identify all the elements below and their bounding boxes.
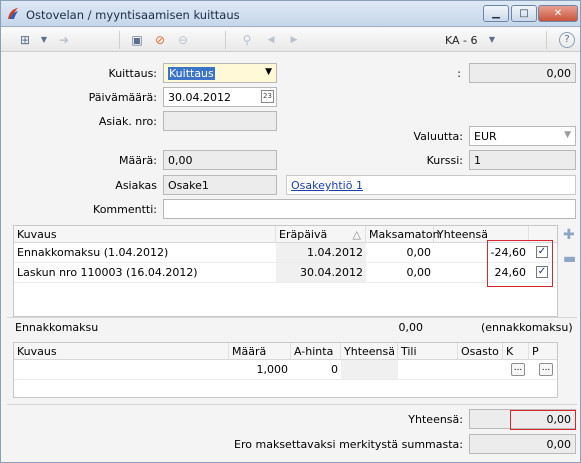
title-bar[interactable]: Ostovelan / myyntisaamisen kuittaus ▁ □ … bbox=[1, 1, 580, 27]
app-window: Ostovelan / myyntisaamisen kuittaus ▁ □ … bbox=[0, 0, 581, 463]
table-row[interactable]: 1,000 0 ... ... bbox=[14, 360, 557, 380]
chevron-down-icon: ▼ bbox=[564, 130, 571, 140]
paivamaara-value: 30.04.2012 bbox=[168, 91, 231, 104]
paivamaara-input[interactable]: 30.04.2012 23 bbox=[163, 87, 277, 107]
kommentti-label: Kommentti: bbox=[93, 203, 157, 216]
ero-field: 0,00 bbox=[469, 434, 576, 454]
maximize-button[interactable]: □ bbox=[511, 5, 537, 22]
kuittaus-label: Kuittaus: bbox=[108, 67, 157, 80]
col-kuvaus[interactable]: Kuvaus bbox=[14, 226, 276, 243]
ka-dropdown-icon[interactable]: ▼ bbox=[484, 32, 500, 48]
col-p[interactable]: P bbox=[529, 343, 557, 360]
toolbar-separator bbox=[119, 31, 120, 49]
col-erapaiva[interactable]: Eräpäivä △ bbox=[276, 226, 366, 243]
row-yhteensa bbox=[341, 360, 398, 379]
row-kuvaus: Ennakkomaksu (1.04.2012) bbox=[17, 246, 169, 259]
asiakas-label: Asiakas bbox=[115, 179, 157, 192]
new-icon[interactable]: ⊞ bbox=[17, 32, 33, 48]
asiakas-link[interactable]: Osakeyhtiö 1 bbox=[291, 179, 363, 192]
row-kuvaus: Laskun nro 110003 (16.04.2012) bbox=[17, 266, 198, 279]
minimize-button[interactable]: ▁ bbox=[483, 5, 509, 22]
app-logo-icon bbox=[8, 8, 18, 19]
divider bbox=[7, 317, 577, 318]
row-kuvaus[interactable] bbox=[14, 360, 229, 379]
row-maksamaton: 0,00 bbox=[406, 246, 432, 259]
row-tili[interactable] bbox=[398, 360, 458, 379]
search-icon[interactable]: ⚲ bbox=[239, 32, 255, 48]
maara-label: Määrä: bbox=[119, 154, 157, 167]
p-ellipsis-button[interactable]: ... bbox=[539, 363, 553, 376]
window-title: Ostovelan / myyntisaamisen kuittaus bbox=[26, 8, 240, 22]
totals-highlight bbox=[487, 240, 553, 287]
col-yhteensa[interactable]: Yhteensä bbox=[341, 343, 398, 360]
kuittaus-select[interactable]: Kuittaus ▼ bbox=[163, 63, 277, 83]
top-right-field: 0,00 bbox=[469, 63, 576, 83]
table-row[interactable]: Laskun nro 110003 (16.04.2012) 30.04.201… bbox=[14, 263, 557, 283]
col-erapaiva-label: Eräpäivä bbox=[279, 228, 328, 241]
remove-row-icon[interactable]: ▬ bbox=[563, 251, 576, 267]
row-erapaiva: 30.04.2012 bbox=[276, 263, 366, 282]
maara-field: 0,00 bbox=[163, 150, 277, 170]
asiakas-link-box: Osakeyhtiö 1 bbox=[286, 175, 576, 195]
valuutta-value: EUR bbox=[474, 130, 497, 143]
close-button[interactable]: ✕ bbox=[538, 5, 578, 22]
valuutta-select[interactable]: EUR ▼ bbox=[469, 126, 576, 146]
items-table: Kuvaus Eräpäivä △ Maksamaton Yhteensä En… bbox=[13, 225, 558, 317]
col-maksamaton[interactable]: Maksamaton bbox=[366, 226, 440, 243]
col-maara[interactable]: Määrä bbox=[229, 343, 291, 360]
rows-table: Kuvaus Määrä A-hinta Yhteensä Tili Osast… bbox=[13, 342, 558, 398]
toolbar: ⊞ ▼ ➜ ▣ ⊘ ⊖ ⚲ ◀ ▶ KA - 6 ▼ ? bbox=[1, 28, 580, 52]
col-osasto[interactable]: Osasto bbox=[458, 343, 503, 360]
top-right-label: : bbox=[457, 67, 461, 80]
k-ellipsis-button[interactable]: ... bbox=[511, 363, 525, 376]
add-row-icon[interactable]: ✚ bbox=[563, 227, 575, 243]
valuutta-label: Valuutta: bbox=[413, 130, 463, 143]
delete-icon[interactable]: ⊖ bbox=[175, 32, 191, 48]
toolbar-separator bbox=[225, 31, 226, 49]
calendar-icon[interactable]: 23 bbox=[261, 90, 274, 103]
next-icon[interactable]: ▶ bbox=[286, 32, 302, 48]
row-erapaiva: 1.04.2012 bbox=[276, 243, 366, 262]
col-tili[interactable]: Tili bbox=[398, 343, 458, 360]
col-a-hinta[interactable]: A-hinta bbox=[291, 343, 341, 360]
yhteensa-highlight bbox=[510, 410, 576, 430]
row-maksamaton: 0,00 bbox=[406, 266, 432, 279]
ennakko-label: Ennakkomaksu bbox=[15, 321, 99, 334]
new-dropdown-icon[interactable]: ▼ bbox=[36, 32, 52, 48]
kurssi-field: 1 bbox=[469, 150, 576, 170]
asiakas-field[interactable]: Osake1 bbox=[163, 175, 277, 195]
kuittaus-select-value: Kuittaus bbox=[168, 67, 215, 80]
col-k[interactable]: K bbox=[503, 343, 529, 360]
kommentti-input[interactable] bbox=[163, 199, 576, 219]
ennakko-value: 0,00 bbox=[398, 321, 424, 334]
sort-icon: △ bbox=[352, 228, 361, 241]
save-icon[interactable]: ▣ bbox=[129, 32, 145, 48]
toolbar-separator bbox=[546, 31, 547, 49]
paivamaara-label: Päivämäärä: bbox=[88, 91, 157, 104]
row-maara[interactable]: 1,000 bbox=[229, 360, 291, 379]
row-a-hinta[interactable]: 0 bbox=[291, 360, 341, 379]
cancel-icon[interactable]: ⊘ bbox=[152, 32, 168, 48]
previous-icon[interactable]: ◀ bbox=[263, 32, 279, 48]
ka-selector[interactable]: KA - 6 bbox=[445, 34, 478, 47]
ennakko-suffix: (ennakkomaksu) bbox=[481, 321, 573, 334]
forward-doc-icon[interactable]: ➜ bbox=[56, 32, 72, 48]
asiak-nro-field bbox=[163, 111, 277, 131]
ero-label: Ero maksettavaksi merkitystä summasta: bbox=[234, 438, 463, 451]
row-osasto[interactable] bbox=[458, 360, 503, 379]
yhteensa-label: Yhteensä: bbox=[408, 413, 463, 426]
help-icon[interactable]: ? bbox=[559, 32, 575, 48]
divider bbox=[7, 404, 577, 405]
kurssi-label: Kurssi: bbox=[426, 154, 463, 167]
table-row[interactable]: Ennakkomaksu (1.04.2012) 1.04.2012 0,00 … bbox=[14, 243, 557, 263]
chevron-down-icon: ▼ bbox=[265, 67, 272, 77]
col-kuvaus[interactable]: Kuvaus bbox=[14, 343, 229, 360]
asiak-nro-label: Asiak. nro: bbox=[98, 115, 157, 128]
